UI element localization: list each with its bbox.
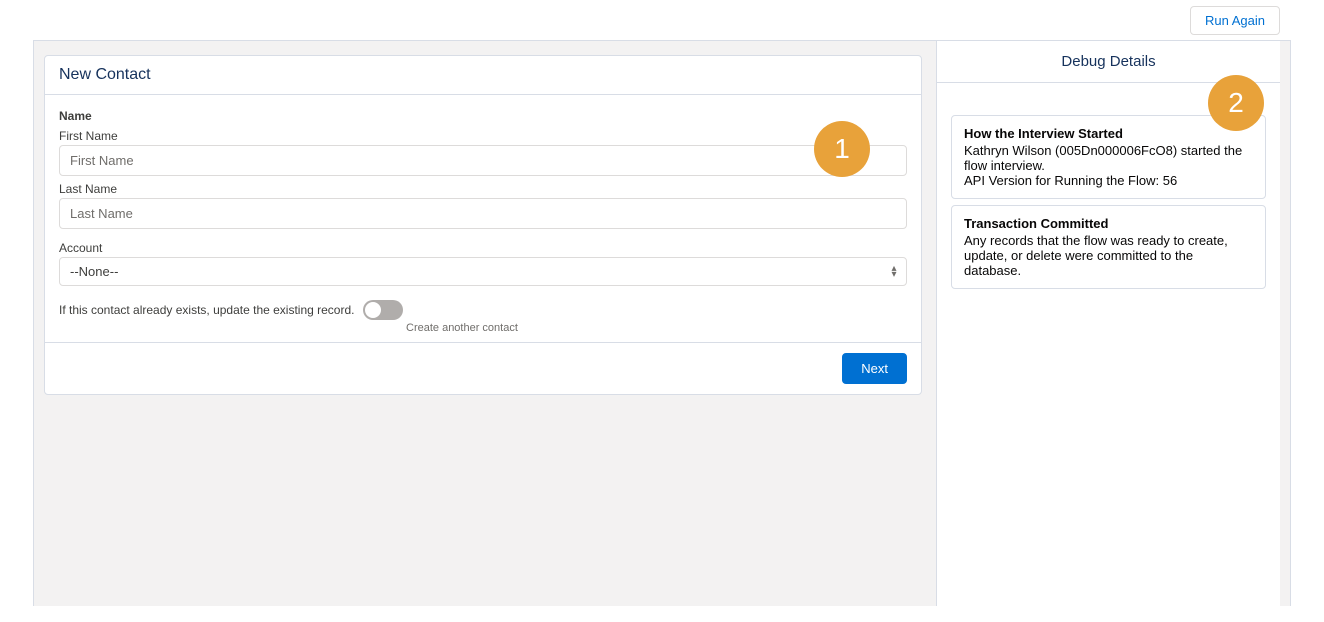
card-title: New Contact [45,56,921,95]
debug-title: Transaction Committed [964,216,1253,231]
toggle-knob [365,302,381,318]
name-section-label: Name [59,109,907,123]
topbar: Run Again [0,0,1324,40]
existing-contact-toggle-row: If this contact already exists, update t… [59,300,907,320]
first-name-label: First Name [59,129,907,143]
card-footer: Next [45,342,921,394]
account-label: Account [59,241,907,255]
new-contact-card: New Contact Name First Name Last Name Ac… [44,55,922,395]
toggle-text: If this contact already exists, update t… [59,303,355,317]
update-existing-toggle[interactable] [363,300,403,320]
debug-card-transaction: Transaction Committed Any records that t… [951,205,1266,289]
last-name-input[interactable] [59,198,907,229]
last-name-label: Last Name [59,182,907,196]
debug-column: Debug Details How the Interview Started … [937,41,1280,606]
main-container: 1 2 New Contact Name First Name Last Nam… [33,40,1291,606]
debug-body: How the Interview Started Kathryn Wilson… [937,83,1280,303]
account-select-wrap: --None-- ▴▾ [59,257,907,286]
run-again-button[interactable]: Run Again [1190,6,1280,35]
debug-card-interview: How the Interview Started Kathryn Wilson… [951,115,1266,199]
debug-line: API Version for Running the Flow: 56 [964,173,1253,188]
account-select[interactable]: --None-- [59,257,907,286]
debug-title: How the Interview Started [964,126,1253,141]
first-name-input[interactable] [59,145,907,176]
form-column: New Contact Name First Name Last Name Ac… [34,41,937,606]
card-body: Name First Name Last Name Account --None… [45,95,921,342]
debug-line: Kathryn Wilson (005Dn000006FcO8) started… [964,143,1253,173]
debug-details-header: Debug Details [937,41,1280,83]
debug-line: Any records that the flow was ready to c… [964,233,1253,278]
toggle-caption: Create another contact [406,322,907,334]
next-button[interactable]: Next [842,353,907,384]
